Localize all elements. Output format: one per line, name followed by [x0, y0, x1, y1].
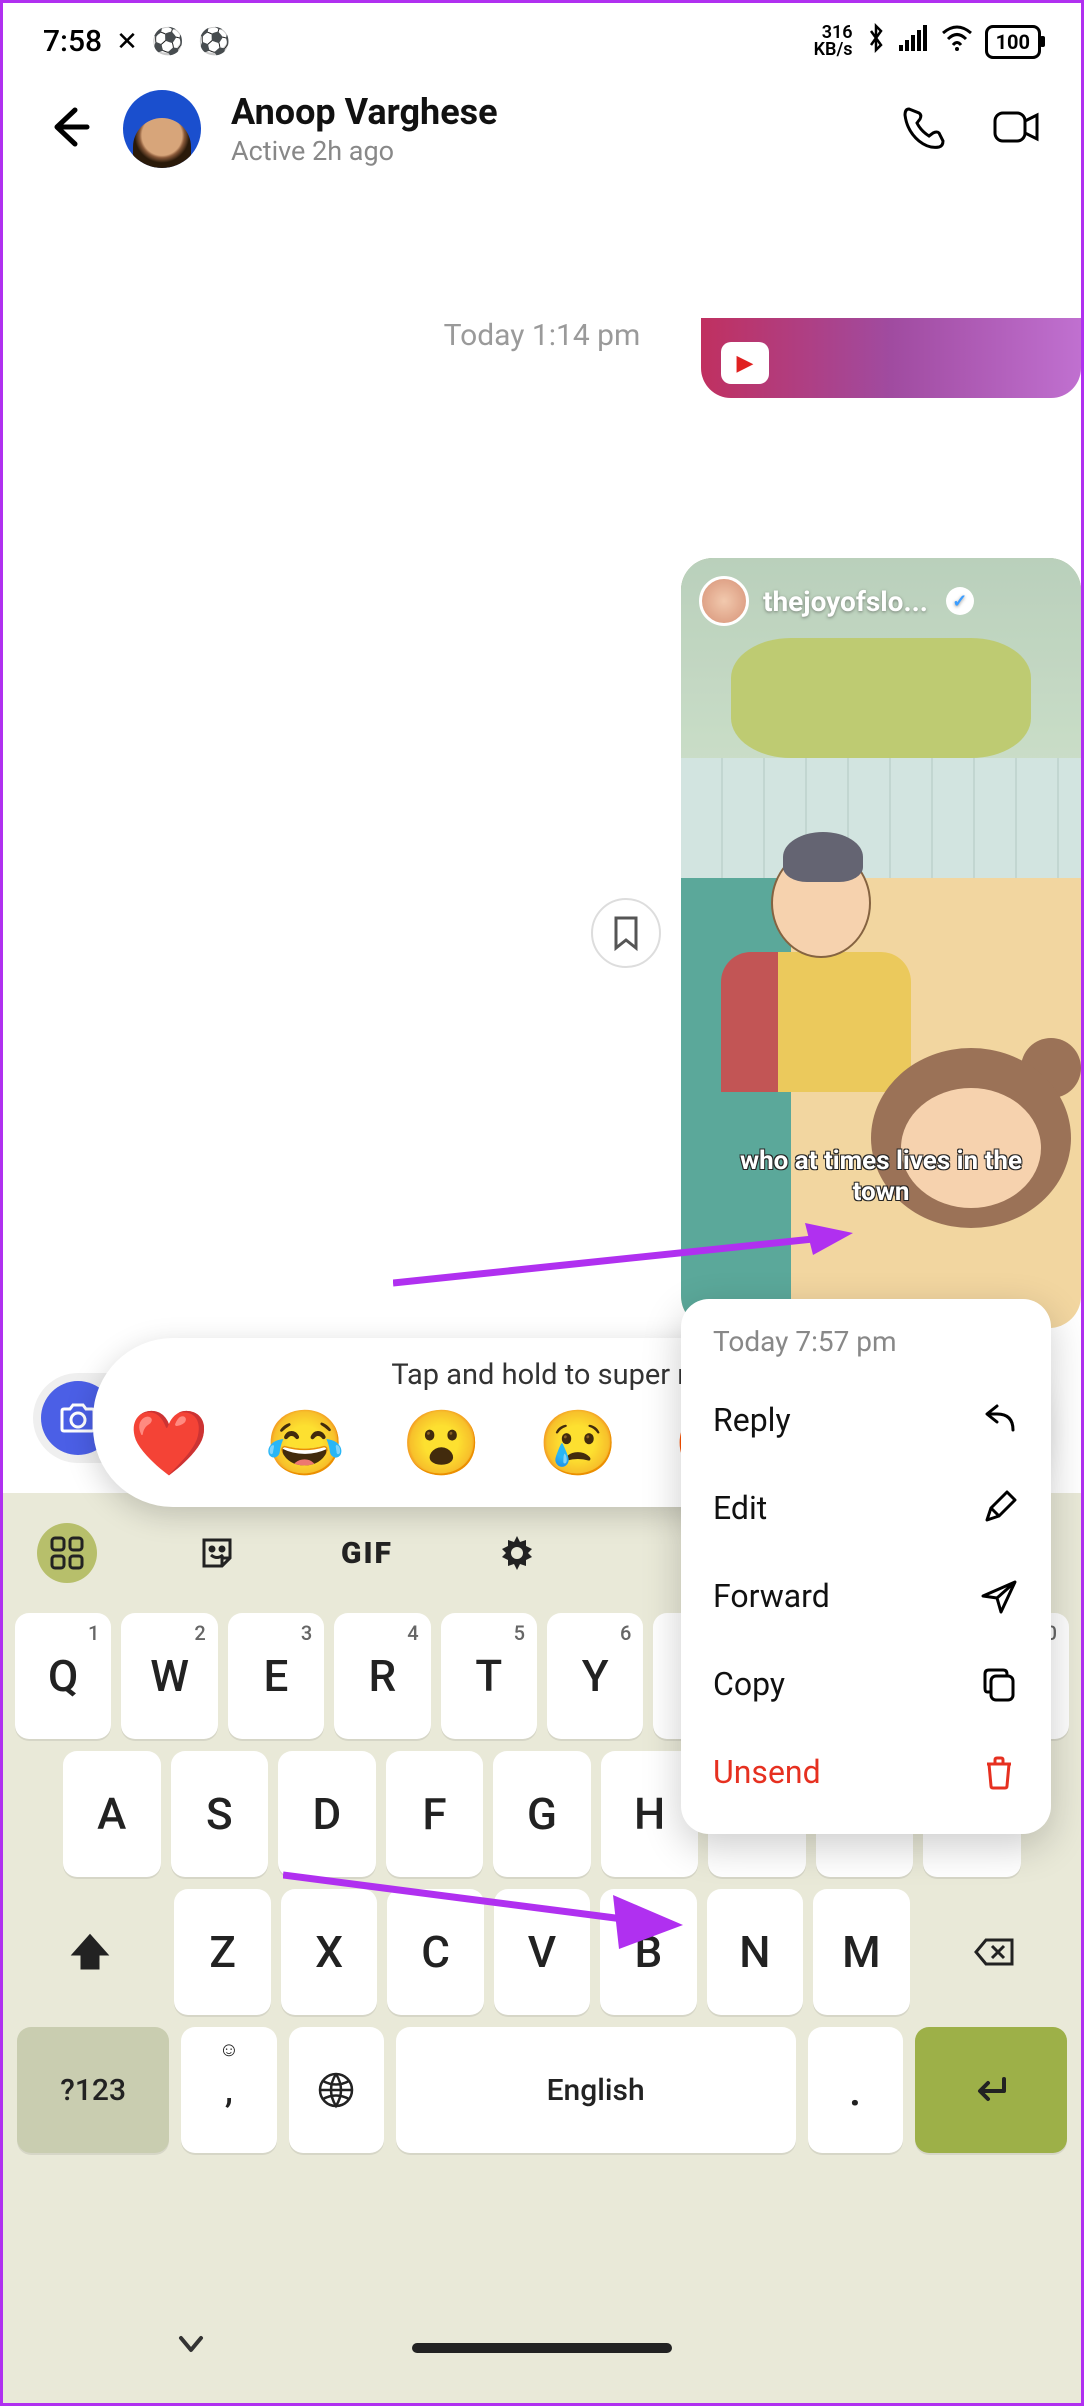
- key-Q[interactable]: Q1: [15, 1613, 111, 1739]
- key-T[interactable]: T5: [441, 1613, 537, 1739]
- menu-edit[interactable]: Edit: [713, 1464, 1019, 1552]
- symbols-key[interactable]: ?123: [17, 2027, 169, 2153]
- copy-icon: [979, 1664, 1019, 1704]
- keyboard-apps-button[interactable]: [37, 1523, 97, 1583]
- space-key[interactable]: English: [396, 2027, 796, 2153]
- reel-avatar: [699, 576, 749, 626]
- reel-author: thejoyofslo... ✓: [699, 576, 974, 626]
- chat-header: Anoop Varghese Active 2h ago: [3, 70, 1081, 188]
- audio-call-button[interactable]: [897, 101, 949, 157]
- reel-caption: who at times lives in the town: [681, 1146, 1081, 1208]
- key-A[interactable]: A: [63, 1751, 161, 1877]
- reaction-sad[interactable]: 😢: [538, 1406, 618, 1481]
- key-Y[interactable]: Y6: [547, 1613, 643, 1739]
- send-icon: [979, 1576, 1019, 1616]
- play-icon: ▶: [721, 342, 769, 384]
- key-M[interactable]: M: [813, 1889, 909, 2015]
- keyboard-collapse-button[interactable]: [173, 2326, 209, 2371]
- status-time: 7:58: [43, 24, 102, 59]
- enter-key[interactable]: [915, 2027, 1067, 2153]
- key-G[interactable]: G: [493, 1751, 591, 1877]
- key-F[interactable]: F: [386, 1751, 484, 1877]
- keyboard-sticker-button[interactable]: [187, 1523, 247, 1583]
- signal-icon: [899, 25, 929, 58]
- period-key[interactable]: .: [808, 2027, 903, 2153]
- soccer-icon: ⚽: [152, 27, 184, 57]
- key-S[interactable]: S: [171, 1751, 269, 1877]
- menu-timestamp: Today 7:57 pm: [713, 1325, 1019, 1358]
- trash-icon: [979, 1752, 1019, 1792]
- icon-plus-disabled: ✕: [116, 27, 138, 57]
- battery-indicator: 100: [985, 25, 1041, 59]
- reel-username: thejoyofslo...: [763, 585, 928, 618]
- back-button[interactable]: [43, 102, 93, 156]
- video-call-button[interactable]: [989, 101, 1041, 157]
- key-Z[interactable]: Z: [174, 1889, 270, 2015]
- reaction-laugh[interactable]: 😂: [265, 1406, 345, 1481]
- wifi-icon: [941, 25, 973, 58]
- key-W[interactable]: W2: [121, 1613, 217, 1739]
- key-D[interactable]: D: [278, 1751, 376, 1877]
- bluetooth-icon: [865, 23, 887, 60]
- annotation-arrow: [283, 1865, 683, 1955]
- home-indicator[interactable]: [412, 2343, 672, 2353]
- emoji-hint-icon: ☺: [219, 2037, 239, 2062]
- soccer-icon: ⚽: [198, 27, 230, 57]
- keyboard-gif-button[interactable]: GIF: [337, 1523, 397, 1583]
- key-E[interactable]: E3: [228, 1613, 324, 1739]
- system-navbar: [3, 2293, 1081, 2403]
- reply-icon: [979, 1400, 1019, 1440]
- shift-key[interactable]: [15, 1889, 164, 2015]
- reaction-wow[interactable]: 😮: [402, 1406, 482, 1481]
- language-key[interactable]: [289, 2027, 384, 2153]
- backspace-key[interactable]: [920, 1889, 1069, 2015]
- status-bar: 7:58 ✕ ⚽ ⚽ 316 KB/s 100: [3, 3, 1081, 70]
- verified-icon: ✓: [946, 587, 974, 615]
- annotation-arrow: [393, 1223, 853, 1293]
- bookmark-button[interactable]: [591, 898, 661, 968]
- keyboard-row-4: ?123 ☺ , English .: [3, 2021, 1081, 2159]
- shared-reel[interactable]: thejoyofslo... ✓ who at times lives in t…: [681, 558, 1081, 1328]
- contact-info[interactable]: Anoop Varghese Active 2h ago: [231, 91, 867, 167]
- key-R[interactable]: R4: [334, 1613, 430, 1739]
- reaction-heart[interactable]: ❤️: [129, 1406, 209, 1481]
- message-context-menu: Today 7:57 pm Reply Edit Forward Copy Un…: [681, 1299, 1051, 1834]
- network-speed: 316 KB/s: [814, 25, 853, 57]
- contact-name: Anoop Varghese: [231, 91, 867, 133]
- shared-media-preview[interactable]: ▶: [701, 318, 1081, 398]
- menu-unsend[interactable]: Unsend: [713, 1728, 1019, 1816]
- key-N[interactable]: N: [707, 1889, 803, 2015]
- pencil-icon: [979, 1488, 1019, 1528]
- menu-reply[interactable]: Reply: [713, 1376, 1019, 1464]
- contact-avatar[interactable]: [123, 90, 201, 168]
- menu-copy[interactable]: Copy: [713, 1640, 1019, 1728]
- menu-forward[interactable]: Forward: [713, 1552, 1019, 1640]
- contact-status: Active 2h ago: [231, 135, 867, 167]
- keyboard-settings-button[interactable]: [487, 1523, 547, 1583]
- comma-key[interactable]: ☺ ,: [181, 2027, 276, 2153]
